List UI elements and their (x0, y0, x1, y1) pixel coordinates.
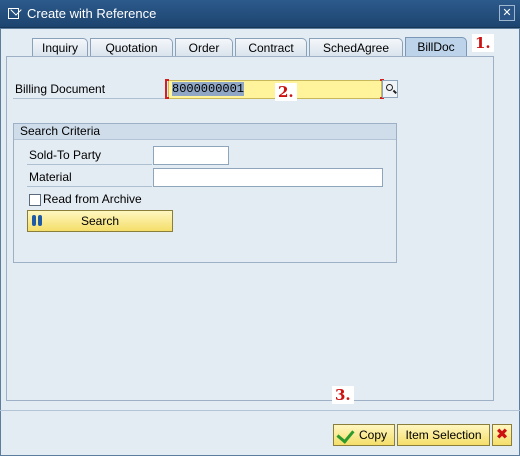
read-from-archive-checkbox[interactable] (29, 194, 41, 206)
tab-quotation[interactable]: Quotation (90, 38, 173, 57)
label-underline (27, 186, 152, 187)
binoculars-icon (32, 215, 43, 227)
material-label: Material (29, 170, 72, 184)
billing-document-label: Billing Document (15, 82, 106, 96)
checkmark-icon (336, 425, 355, 444)
annotation-marker-1: 1. (472, 34, 494, 52)
material-input[interactable] (153, 168, 383, 187)
f4-help-button[interactable] (382, 80, 398, 98)
focus-bracket-left (165, 79, 169, 99)
copy-button[interactable]: Copy (333, 424, 395, 446)
cancel-button[interactable]: ✖ (492, 424, 512, 446)
footer-divider (0, 410, 520, 411)
billing-document-value: 8000000001 (172, 82, 245, 96)
f4-help-icon (386, 84, 393, 91)
tab-inquiry[interactable]: Inquiry (32, 38, 88, 57)
search-button-label: Search (80, 214, 120, 228)
tab-billdoc[interactable]: BillDoc (405, 37, 467, 57)
tab-order[interactable]: Order (175, 38, 233, 57)
window-title: Create with Reference (27, 6, 157, 21)
annotation-marker-2: 2. (275, 83, 297, 101)
window-icon (8, 8, 19, 19)
search-button[interactable]: Search (27, 210, 173, 232)
search-criteria-title: Search Criteria (14, 124, 396, 140)
copy-button-label: Copy (358, 428, 387, 442)
sold-to-party-input[interactable] (153, 146, 229, 165)
title-bar: Create with Reference ✕ (0, 0, 520, 28)
close-button[interactable]: ✕ (499, 5, 515, 21)
cancel-icon: ✖ (495, 426, 509, 443)
read-from-archive-label: Read from Archive (43, 192, 142, 206)
sold-to-party-label: Sold-To Party (29, 148, 102, 162)
tab-strip: Inquiry Quotation Order Contract SchedAg… (17, 37, 507, 57)
label-underline (27, 164, 152, 165)
annotation-marker-3: 3. (332, 386, 354, 404)
tab-contract[interactable]: Contract (235, 38, 307, 57)
close-icon: ✕ (502, 7, 512, 19)
tab-schedagree[interactable]: SchedAgree (309, 38, 403, 57)
label-underline (13, 98, 167, 99)
item-selection-button[interactable]: Item Selection (397, 424, 490, 446)
